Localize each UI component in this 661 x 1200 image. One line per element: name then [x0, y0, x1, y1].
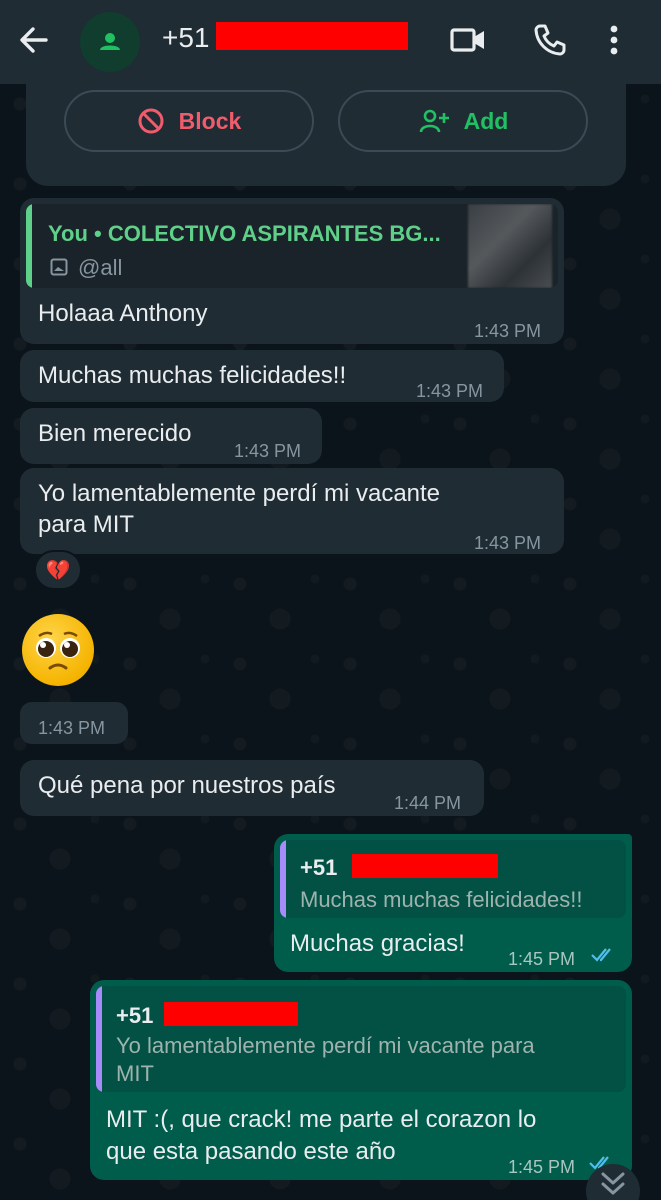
quote-accent-bar	[96, 986, 102, 1092]
message-time: 1:43 PM	[474, 533, 542, 553]
message-time: 1:43 PM	[234, 441, 302, 461]
message-bubble[interactable]: Yo lamentablemente perdí mi vacante para…	[20, 468, 564, 554]
message-text: Holaaa Anthony	[38, 300, 208, 327]
voice-call-button[interactable]	[530, 20, 570, 60]
quote-text: Muchas muchas felicidades!!	[300, 887, 583, 912]
read-ticks-icon	[591, 948, 611, 962]
message-text-line: Yo lamentablemente perdí mi vacante	[38, 480, 441, 507]
quote-author: +51	[300, 855, 338, 880]
redaction-bar	[164, 1002, 298, 1026]
redaction-bar	[352, 854, 498, 878]
phone-icon	[534, 24, 566, 56]
message-time: 1:44 PM	[394, 793, 462, 813]
block-label: Block	[178, 107, 242, 134]
contact-avatar[interactable]	[80, 12, 140, 72]
time-chip: 1:43 PM	[20, 702, 128, 744]
add-label: Add	[463, 107, 509, 134]
quote-author: +51	[116, 1003, 154, 1028]
quoted-message[interactable]: +51 Yo lamentablemente perdí mi vacante …	[96, 986, 626, 1092]
quote-author: You • COLECTIVO ASPIRANTES BG...	[48, 221, 441, 246]
video-call-icon	[450, 28, 484, 52]
image-icon	[50, 258, 68, 276]
message-reaction[interactable]: 💔	[34, 550, 82, 590]
message-time: 1:43 PM	[474, 321, 542, 341]
quote-accent-bar	[280, 840, 286, 918]
quote-text-line: Yo lamentablemente perdí mi vacante para	[116, 1033, 535, 1058]
block-icon	[138, 108, 164, 134]
message-bubble[interactable]: Muchas muchas felicidades!! 1:43 PM	[20, 350, 504, 402]
message-text: Bien merecido	[38, 420, 192, 447]
message-text: Muchas gracias!	[290, 930, 465, 957]
more-vert-icon	[610, 25, 618, 55]
message-time: 1:45 PM	[508, 949, 576, 969]
unknown-contact-actions: Block Add	[26, 84, 626, 186]
message-text: Muchas muchas felicidades!!	[38, 362, 347, 389]
scroll-to-bottom-button[interactable]	[586, 1164, 640, 1200]
pleading-face-emoji[interactable]	[22, 614, 94, 686]
add-person-icon	[419, 109, 449, 133]
message-bubble[interactable]: You • COLECTIVO ASPIRANTES BG... @all Ho…	[20, 198, 564, 344]
quoted-message[interactable]: You • COLECTIVO ASPIRANTES BG... @all	[26, 204, 558, 288]
pleading-face-icon	[36, 631, 80, 670]
message-bubble[interactable]: +51 Yo lamentablemente perdí mi vacante …	[90, 980, 632, 1180]
message-text-line: que esta pasando este año	[106, 1138, 396, 1165]
quote-accent-bar	[26, 204, 32, 288]
double-chevron-down-icon	[601, 1172, 625, 1195]
message-text-line: para MIT	[38, 511, 135, 538]
message-bubble[interactable]: Qué pena por nuestros país 1:44 PM	[20, 760, 484, 816]
broken-heart-icon: 💔	[45, 559, 71, 582]
chat-header: +51	[0, 0, 661, 84]
quote-text-line: MIT	[116, 1061, 154, 1086]
back-button[interactable]	[14, 20, 54, 60]
message-bubble[interactable]: +51 Muchas muchas felicidades!! Muchas g…	[274, 834, 632, 972]
more-options-button[interactable]	[602, 20, 626, 60]
message-time: 1:43 PM	[416, 381, 484, 401]
message-bubble[interactable]: Bien merecido 1:43 PM	[20, 408, 322, 464]
message-time: 1:43 PM	[38, 718, 106, 738]
video-call-button[interactable]	[448, 20, 488, 60]
message-time: 1:45 PM	[508, 1157, 576, 1177]
block-button[interactable]: Block	[64, 90, 314, 152]
person-icon	[100, 33, 120, 50]
redaction-bar	[216, 22, 408, 50]
message-text-line: MIT :(, que crack! me parte el corazon l…	[106, 1106, 537, 1133]
back-arrow-icon	[20, 27, 48, 53]
contact-name[interactable]: +51	[162, 22, 210, 54]
quote-thumbnail	[468, 204, 552, 288]
quoted-message[interactable]: +51 Muchas muchas felicidades!!	[280, 840, 626, 918]
quote-text: @all	[78, 255, 123, 280]
add-contact-button[interactable]: Add	[338, 90, 588, 152]
message-text: Qué pena por nuestros país	[38, 772, 336, 799]
